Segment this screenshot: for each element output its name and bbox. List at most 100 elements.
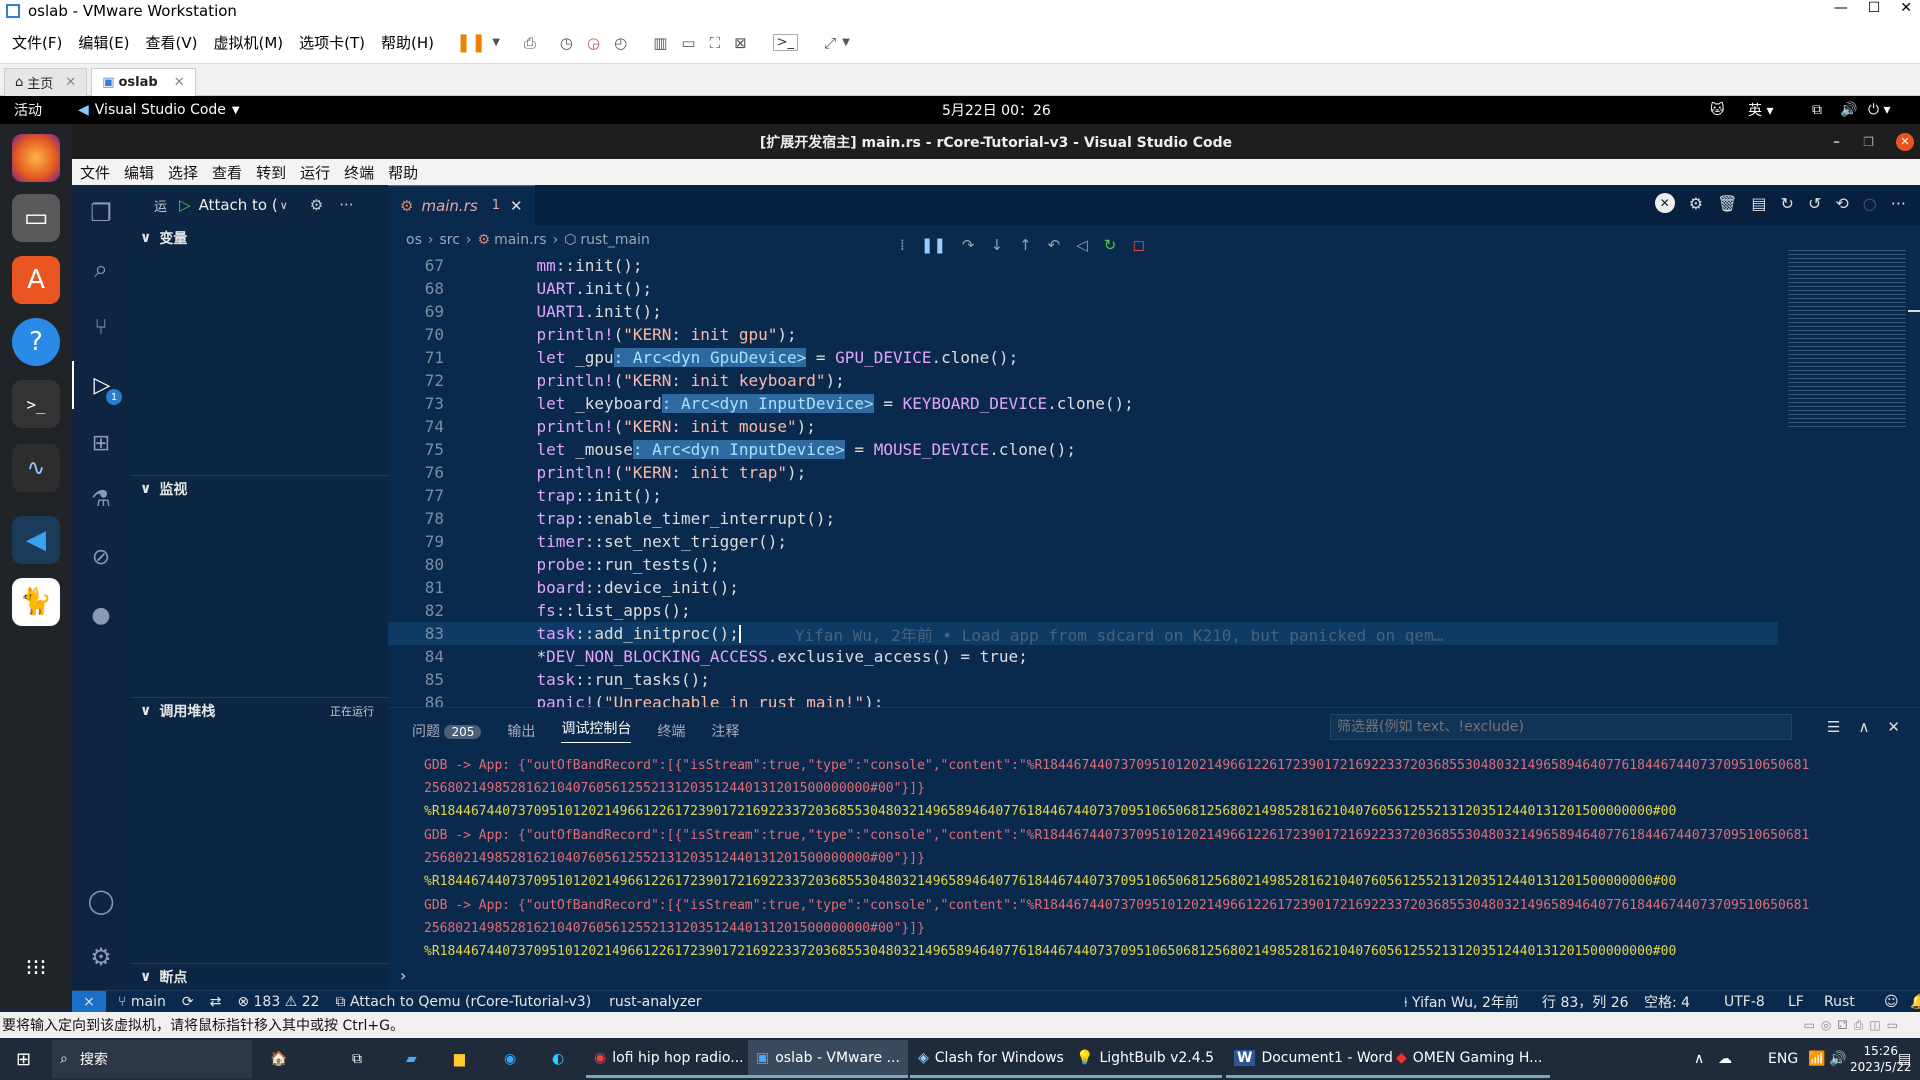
panel-tab-comments[interactable]: 注释	[711, 721, 739, 741]
stretch-icon[interactable]: ⤢	[824, 34, 836, 52]
menu-file[interactable]: 文件(F)	[12, 32, 62, 53]
maximize-icon[interactable]: ☐	[1868, 0, 1881, 16]
variables-section[interactable]: ∨ 变量	[130, 225, 388, 251]
volume-icon[interactable]: 🔊	[1840, 102, 1857, 118]
vscode-dock-icon[interactable]: ◀	[12, 516, 60, 564]
panel-tab-terminal[interactable]: 终端	[657, 721, 685, 741]
minimize-icon[interactable]: –	[1833, 134, 1840, 150]
circle-icon[interactable]: ○	[1863, 194, 1877, 213]
terminal-icon[interactable]: >_	[12, 380, 60, 428]
vs-menu-view[interactable]: 查看	[212, 162, 242, 183]
code-line[interactable]: 68 UART.init();	[388, 277, 1778, 300]
word-wrap-icon[interactable]: ☰	[1827, 718, 1840, 736]
taskbar-app-chrome[interactable]: ◉ lofi hip hop radio...	[586, 1040, 752, 1078]
revert-snapshot-icon[interactable]: ◶	[587, 34, 600, 52]
filter-input[interactable]	[1330, 714, 1792, 740]
unity-icon[interactable]: ⊠	[734, 34, 747, 52]
activities-button[interactable]: 活动	[14, 100, 42, 120]
power-icon[interactable]: ⏻ ▾	[1868, 102, 1891, 118]
step-out-icon[interactable]: ↑	[1019, 236, 1032, 254]
minimap[interactable]	[1788, 250, 1906, 430]
indent-status[interactable]: 空格: 4	[1644, 992, 1690, 1012]
device-status-icons[interactable]: ▭◎⚁⎙◫▭	[1803, 1018, 1904, 1033]
snapshot-manager-icon[interactable]: ◴	[614, 34, 627, 52]
software-icon[interactable]: A	[12, 256, 60, 304]
tray-cloud-icon[interactable]: ☁	[1710, 1040, 1740, 1078]
app-menu[interactable]: ◀ Visual Studio Code ▼	[78, 102, 240, 118]
taskbar-app-lightbulb[interactable]: 💡 LightBulb v2.4.5	[1068, 1040, 1222, 1078]
tray-overflow-icon[interactable]: ∧	[1686, 1040, 1712, 1078]
tab-home[interactable]: ⌂ 主页 ✕	[4, 67, 88, 96]
code-line[interactable]: 73 let _keyboard: Arc<dyn InputDevice> =…	[388, 392, 1778, 415]
undo-icon[interactable]: ⟲	[1835, 194, 1848, 213]
taskbar-app-clash[interactable]: ◈ Clash for Windows	[910, 1040, 1072, 1078]
menu-view[interactable]: 查看(V)	[146, 32, 198, 53]
vs-menu-file[interactable]: 文件	[80, 162, 110, 183]
step-into-icon[interactable]: ↓	[991, 236, 1004, 254]
code-line[interactable]: 84 *DEV_NON_BLOCKING_ACCESS.exclusive_ac…	[388, 645, 1778, 668]
tab-main-rs[interactable]: ⚙ main.rs 1 ✕	[388, 185, 535, 225]
github-icon[interactable]: ●	[72, 591, 130, 639]
panel-tab-debug-console[interactable]: 调试控制台	[561, 718, 632, 743]
run-debug-icon[interactable]: ▷ 1	[72, 361, 130, 409]
taskbar-app-vmware[interactable]: ▣ oslab - VMware ...	[748, 1040, 908, 1078]
vs-menu-run[interactable]: 运行	[300, 162, 330, 183]
restore-icon[interactable]: ❐	[1863, 135, 1874, 149]
code-line[interactable]: 75 let _mouse: Arc<dyn InputDevice> = MO…	[388, 438, 1778, 461]
close-icon[interactable]: ✕	[65, 75, 76, 90]
code-line[interactable]: 82 fs::list_apps();	[388, 599, 1778, 622]
file-explorer-icon[interactable]: ▆	[446, 1040, 473, 1078]
breadcrumb-os[interactable]: os	[406, 232, 422, 248]
pause-icon[interactable]: ❚❚	[456, 32, 486, 53]
breadcrumb-file[interactable]: main.rs	[494, 232, 546, 248]
code-line[interactable]: 81 board::device_init();	[388, 576, 1778, 599]
restart-icon[interactable]: ↻	[1104, 236, 1117, 254]
chevron-down-icon[interactable]: ▼	[842, 37, 850, 48]
search-highlight-icon[interactable]: 🏠	[262, 1040, 295, 1078]
explorer-icon[interactable]: ❐	[72, 189, 130, 237]
taskbar-search[interactable]: ⌕ 搜索	[52, 1040, 252, 1078]
language-status[interactable]: Rust	[1824, 994, 1855, 1010]
code-line[interactable]: 83 task::add_initproc(); Yifan Wu, 2年前 • …	[388, 622, 1778, 645]
pinned-app-icon-2[interactable]: ◉	[496, 1040, 524, 1078]
rerun-icon[interactable]: ↺	[1808, 194, 1821, 213]
taskbar-app-word[interactable]: W Document1 - Word	[1226, 1040, 1401, 1078]
gear-icon[interactable]: ⚙	[310, 196, 323, 214]
refresh-icon[interactable]: ↻	[1781, 194, 1794, 213]
console-input-prompt[interactable]: ›	[400, 966, 406, 985]
menu-edit[interactable]: 编辑(E)	[78, 32, 129, 53]
archive-icon[interactable]: ▤	[1751, 194, 1766, 213]
vs-menu-terminal[interactable]: 终端	[344, 162, 374, 183]
minimize-icon[interactable]: —	[1834, 0, 1848, 16]
rust-analyzer-status[interactable]: rust-analyzer	[609, 994, 701, 1010]
windows-start-icon[interactable]: ⊞	[8, 1040, 39, 1078]
account-icon[interactable]: ◯	[72, 877, 130, 925]
encoding-status[interactable]: UTF-8	[1724, 994, 1765, 1010]
code-line[interactable]: 85 task::run_tasks();	[388, 668, 1778, 691]
code-line[interactable]: 79 timer::set_next_trigger();	[388, 530, 1778, 553]
close-icon[interactable]: ✕	[1900, 0, 1912, 16]
breakpoints-section[interactable]: ∨ 断点	[130, 963, 388, 989]
input-method[interactable]: 英 ▾	[1748, 100, 1773, 120]
vs-menu-help[interactable]: 帮助	[388, 162, 418, 183]
settings-gear-icon[interactable]: ⚙	[72, 933, 130, 981]
panel-tab-output[interactable]: 输出	[507, 721, 535, 741]
tab-oslab[interactable]: ▣ oslab ✕	[91, 67, 196, 96]
show-apps-icon[interactable]: ⁝⁝⁝	[12, 944, 60, 992]
edge-icon[interactable]: ◐	[544, 1040, 572, 1078]
code-line[interactable]: 70 println!("KERN: init gpu");	[388, 323, 1778, 346]
more-actions-icon[interactable]: ···	[339, 196, 353, 214]
close-panel-icon[interactable]: ✕	[1887, 718, 1900, 736]
search-icon[interactable]: ⌕	[72, 245, 130, 293]
close-icon[interactable]: ✕	[510, 197, 523, 215]
menu-tabs[interactable]: 选项卡(T)	[299, 32, 365, 53]
remote-icon[interactable]: ⨯	[72, 990, 106, 1013]
reverse-icon[interactable]: ◁	[1076, 236, 1088, 254]
breadcrumb-src[interactable]: src	[439, 232, 459, 248]
problems-status[interactable]: ⊗ 183 ⚠ 22	[237, 994, 319, 1010]
sync-icon[interactable]: ⟳	[182, 994, 194, 1010]
code-line[interactable]: 69 UART1.init();	[388, 300, 1778, 323]
task-view-icon[interactable]: ⧉	[344, 1040, 370, 1078]
chevron-down-icon[interactable]: ∨	[280, 199, 288, 212]
trash-icon[interactable]: 🗑	[1717, 194, 1737, 213]
